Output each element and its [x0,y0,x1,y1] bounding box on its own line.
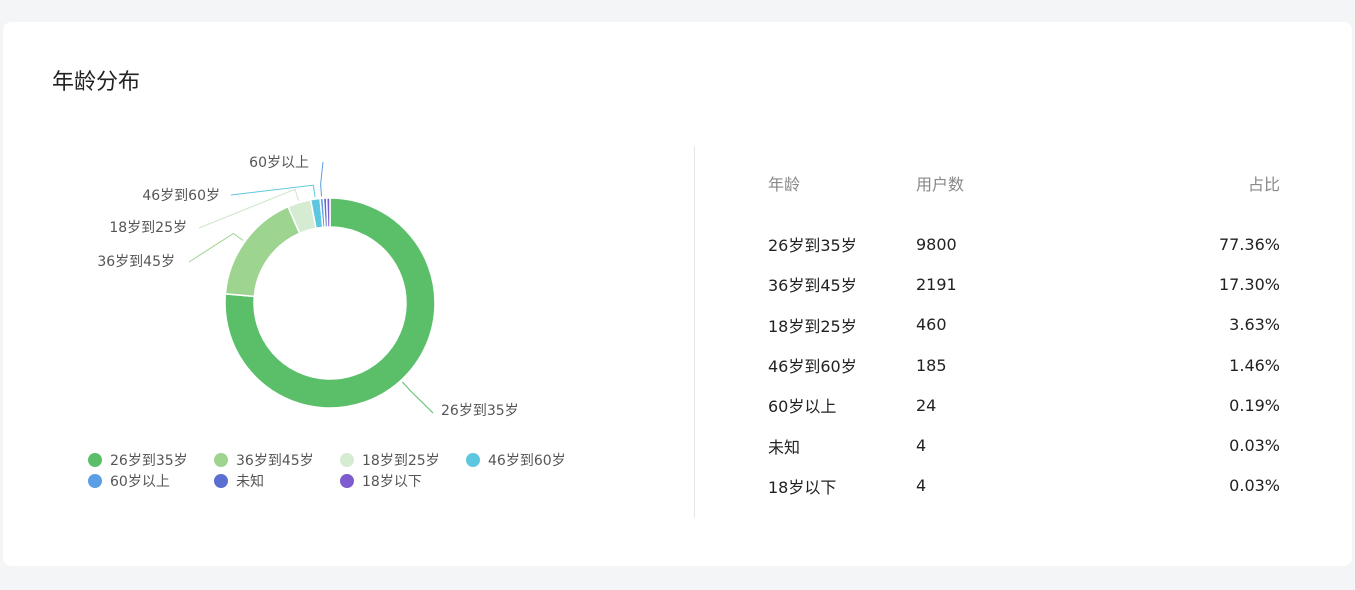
slice-label-26-35: 26岁到35岁 [441,403,519,419]
slice-label-60: 60岁以上 [249,155,309,171]
cell-age: 46岁到60岁 [768,357,857,377]
cell-age: 18岁到25岁 [768,316,857,336]
cell-age: 36岁到45岁 [768,276,857,296]
legend-row: 26岁到35岁 36岁到45岁 18岁到25岁 46岁到60岁 [88,449,608,470]
legend-label: 未知 [236,473,264,490]
legend-label: 36岁到45岁 [236,452,314,469]
leader-line-26-35 [401,381,434,414]
slice-label-36-45: 36岁到45岁 [97,254,175,270]
cell-age: 60岁以上 [768,397,837,417]
cell-age: 未知 [768,437,801,457]
cell-users: 9800 [916,234,957,254]
cell-age: 26岁到35岁 [768,236,857,256]
legend-row: 60岁以上 未知 18岁以下 [88,470,608,491]
legend-marker [340,473,354,488]
legend-label: 18岁以下 [362,473,422,490]
legend-marker [88,452,102,467]
age-table: 年龄 用户数 占比 26岁到35岁 9800 77.36% 36岁到45岁 21… [768,168,1280,506]
leader-line-60 [320,161,324,197]
table-header: 年龄 用户数 占比 [768,168,1280,198]
table-row: 36岁到45岁 2191 17.30% [768,264,1280,304]
legend-label: 46岁到60岁 [488,452,566,469]
legend-item-60-plus[interactable]: 60岁以上 [88,471,214,491]
legend-marker [466,452,480,467]
donut-slice-36-45[interactable] [224,205,301,298]
cell-users: 4 [916,476,927,496]
table-row: 18岁以下 4 0.03% [768,466,1280,506]
table-row: 18岁到25岁 460 3.63% [768,305,1280,345]
table-row: 26岁到35岁 9800 77.36% [768,224,1280,264]
legend-item-unknown[interactable]: 未知 [214,471,340,491]
cell-share: 0.03% [1229,436,1280,456]
cell-users: 185 [916,355,947,375]
header-users: 用户数 [916,175,965,194]
cell-users: 24 [916,395,937,415]
header-share: 占比 [1247,175,1280,194]
cell-share: 0.03% [1229,476,1280,496]
table-row: 未知 4 0.03% [768,425,1280,465]
legend-label: 60岁以上 [110,473,170,490]
section-divider [694,146,695,518]
table-row: 60岁以上 24 0.19% [768,385,1280,425]
donut-chart: 26岁到35岁 36岁到45岁 18岁到25岁 46岁到60岁 60岁以上 [97,155,519,419]
legend-label: 18岁到25岁 [362,452,440,469]
cell-share: 77.36% [1218,234,1280,254]
legend-label: 26岁到35岁 [110,452,188,469]
slice-label-46-60: 46岁到60岁 [142,188,220,204]
slice-label-18-25: 18岁到25岁 [109,220,187,236]
legend-item-46-60[interactable]: 46岁到60岁 [466,450,592,470]
legend-item-under-18[interactable]: 18岁以下 [340,471,466,491]
legend-item-18-25[interactable]: 18岁到25岁 [340,450,466,470]
legend-item-26-35[interactable]: 26岁到35岁 [88,450,214,470]
legend-item-36-45[interactable]: 36岁到45岁 [214,450,340,470]
cell-users: 4 [916,436,927,456]
header-age: 年龄 [768,175,801,194]
legend-marker [88,473,102,488]
cell-age: 18岁以下 [768,477,837,497]
cell-share: 0.19% [1229,395,1280,415]
leader-line-46-60 [230,184,316,198]
cell-users: 2191 [916,274,957,294]
table-row: 46岁到60岁 185 1.46% [768,345,1280,385]
legend-marker [214,473,228,488]
donut-slice-18[interactable] [325,197,331,228]
legend-marker [340,452,354,467]
age-distribution-card: 年龄分布 26岁到35岁 36岁到45岁 18岁到25岁 46岁到60岁 60岁以上 2… [3,22,1352,566]
cell-share: 17.30% [1218,274,1280,294]
cell-share: 3.63% [1229,315,1280,335]
cell-users: 460 [916,315,947,335]
chart-legend: 26岁到35岁 36岁到45岁 18岁到25岁 46岁到60岁 60岁以上 未知… [88,449,608,491]
cell-share: 1.46% [1229,355,1280,375]
legend-marker [214,452,228,467]
